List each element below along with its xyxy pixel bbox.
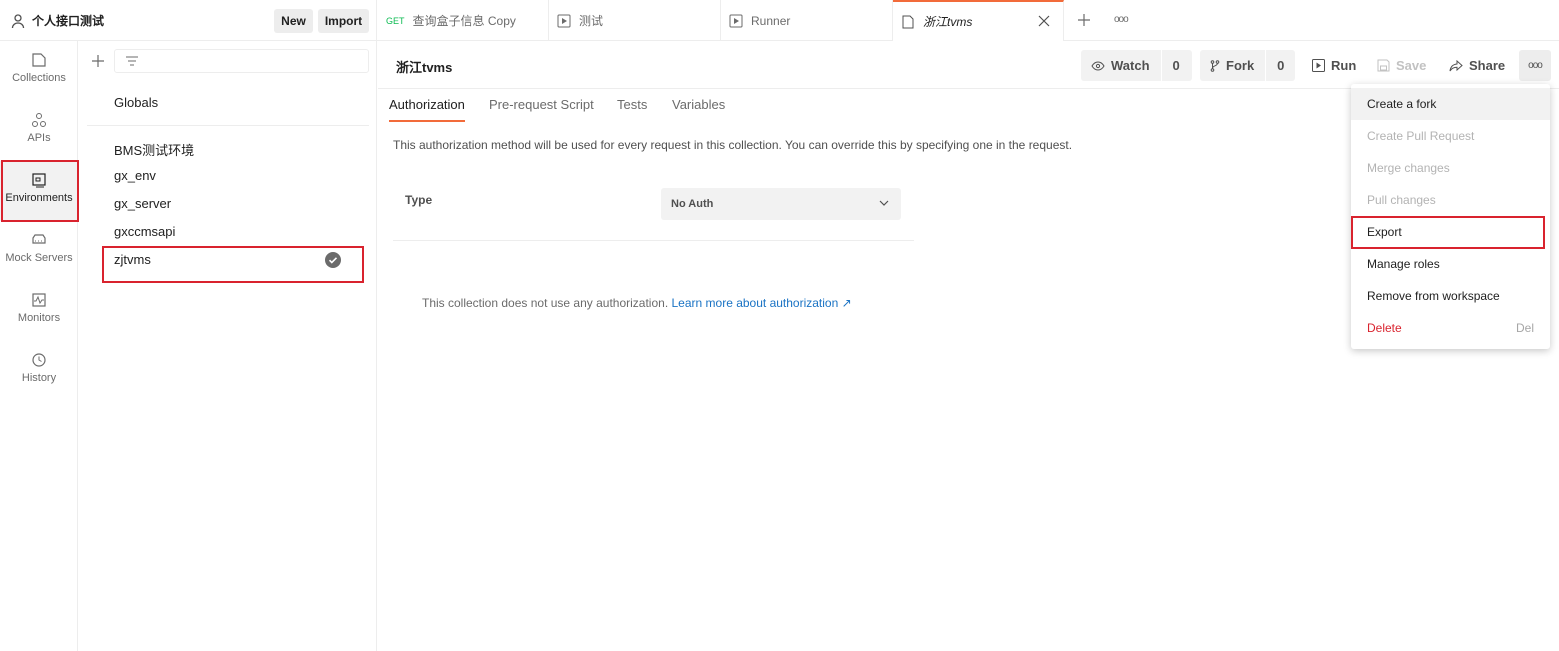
apis-icon — [32, 113, 46, 127]
globals-item[interactable]: Globals — [114, 95, 158, 110]
no-auth-message: This collection does not use any authori… — [422, 296, 852, 310]
menu-item-create-fork[interactable]: Create a fork — [1351, 88, 1550, 120]
fork-count[interactable]: 0 — [1265, 50, 1295, 81]
sidebar-item-history[interactable]: History — [0, 341, 78, 401]
tab-runner[interactable]: Runner — [721, 0, 893, 41]
workspace-header: 个人接口测试 New Import — [0, 0, 377, 41]
watch-count[interactable]: 0 — [1160, 50, 1191, 81]
type-label: Type — [405, 193, 433, 207]
list-item[interactable]: gx_env — [114, 168, 156, 183]
watch-label: Watch — [1111, 58, 1150, 73]
play-icon — [729, 14, 743, 28]
add-tab-icon[interactable] — [1077, 13, 1091, 27]
workspace-name[interactable]: 个人接口测试 — [32, 12, 104, 29]
sidebar-item-label: Collections — [12, 72, 66, 84]
sidebar-item-apis[interactable]: APIs — [0, 101, 78, 161]
sidebar-item-monitors[interactable]: Monitors — [0, 281, 78, 341]
close-icon[interactable] — [1037, 14, 1051, 28]
divider — [87, 125, 369, 126]
auth-description: This authorization method will be used f… — [393, 138, 1073, 152]
tab-tests[interactable]: Tests — [617, 97, 647, 122]
filter-icon — [126, 56, 138, 66]
menu-item-delete[interactable]: Delete Del — [1351, 312, 1550, 344]
sidebar-rail: Collections APIs Environments Mock Serve… — [0, 41, 78, 651]
mock-servers-icon — [32, 234, 46, 244]
save-icon — [1377, 59, 1390, 72]
play-icon — [1312, 59, 1325, 72]
tab-label: Runner — [751, 13, 791, 28]
import-button[interactable]: Import — [318, 9, 369, 33]
more-options-button[interactable]: ooo — [1519, 50, 1551, 81]
environments-icon — [32, 173, 46, 188]
collection-options-menu: Create a fork Create Pull Request Merge … — [1351, 84, 1550, 349]
top-bar: 个人接口测试 New Import GET 查询盒子信息 Copy 测试 Run… — [0, 0, 1559, 41]
learn-more-link[interactable]: Learn more about authorization ↗ — [672, 296, 852, 310]
sidebar-item-label: History — [21, 372, 57, 384]
page-title: 浙江tvms — [396, 60, 453, 75]
menu-item-export[interactable]: Export — [1351, 216, 1550, 248]
save-label: Save — [1396, 58, 1427, 73]
check-circle-icon[interactable] — [325, 252, 341, 268]
share-label: Share — [1469, 58, 1506, 73]
list-item[interactable]: BMS测试环境 — [114, 140, 194, 159]
play-icon — [557, 14, 571, 28]
auth-type-select[interactable]: No Auth — [661, 188, 901, 220]
environment-search-input[interactable] — [145, 54, 355, 68]
menu-item-create-pull-request[interactable]: Create Pull Request — [1351, 120, 1550, 152]
sidebar-item-mock-servers[interactable]: Mock Servers — [0, 221, 78, 281]
watch-button[interactable]: Watch — [1081, 50, 1161, 81]
sidebar-item-label: Mock Servers — [5, 252, 73, 264]
history-icon — [32, 353, 46, 367]
collections-icon — [32, 53, 46, 67]
tab-request-copy[interactable]: GET 查询盒子信息 Copy — [378, 0, 549, 41]
fork-label: Fork — [1226, 58, 1255, 73]
sidebar-item-environments[interactable]: Environments — [0, 161, 78, 221]
tab-label: 浙江tvms — [923, 15, 973, 29]
tab-more-icon[interactable]: ooo — [1114, 14, 1129, 25]
menu-item-remove-from-workspace[interactable]: Remove from workspace — [1351, 280, 1550, 312]
tab-label: 测试 — [579, 14, 604, 28]
tab-label: 查询盒子信息 Copy — [412, 14, 516, 28]
sidebar-item-label: Environments — [5, 192, 73, 204]
fork-icon — [1210, 59, 1220, 72]
list-item[interactable]: gxccmsapi — [114, 224, 175, 239]
tab-test-runner[interactable]: 测试 — [549, 0, 721, 41]
fork-button-group: Fork 0 — [1200, 50, 1295, 81]
save-button[interactable]: Save — [1377, 50, 1426, 81]
menu-item-merge-changes[interactable]: Merge changes — [1351, 152, 1550, 184]
no-auth-text: This collection does not use any authori… — [422, 296, 669, 310]
fork-button[interactable]: Fork — [1200, 50, 1265, 81]
list-item[interactable]: gx_server — [114, 196, 171, 211]
eye-icon — [1091, 60, 1105, 71]
divider — [393, 240, 914, 241]
share-button[interactable]: Share — [1449, 50, 1505, 81]
watch-button-group: Watch 0 — [1081, 50, 1192, 81]
share-icon — [1449, 59, 1463, 71]
menu-item-pull-changes[interactable]: Pull changes — [1351, 184, 1550, 216]
collection-icon — [901, 15, 915, 29]
add-environment-icon[interactable] — [91, 54, 105, 68]
tab-pre-request-script[interactable]: Pre-request Script — [489, 97, 594, 122]
run-label: Run — [1331, 58, 1357, 73]
tab-authorization[interactable]: Authorization — [389, 97, 465, 122]
user-icon[interactable] — [10, 13, 26, 29]
environment-panel: Globals BMS测试环境 gx_env gx_server gxccmsa… — [79, 41, 377, 651]
delete-shortcut: Del — [1515, 321, 1534, 335]
auth-type-value: No Auth — [671, 198, 714, 210]
tab-variables[interactable]: Variables — [672, 97, 725, 122]
sidebar-item-label: Monitors — [17, 312, 61, 324]
chevron-down-icon — [879, 200, 889, 206]
get-method-badge: GET — [386, 15, 405, 26]
run-button[interactable]: Run — [1312, 50, 1356, 81]
list-item-active[interactable]: zjtvms — [114, 252, 151, 267]
environment-filter[interactable] — [114, 49, 369, 73]
sidebar-item-collections[interactable]: Collections — [0, 41, 78, 101]
sidebar-item-label: APIs — [27, 132, 51, 144]
delete-label: Delete — [1367, 321, 1402, 335]
new-button[interactable]: New — [274, 9, 313, 33]
monitors-icon — [32, 293, 46, 307]
tab-collection-active[interactable]: 浙江tvms — [893, 0, 1064, 41]
menu-item-manage-roles[interactable]: Manage roles — [1351, 248, 1550, 280]
